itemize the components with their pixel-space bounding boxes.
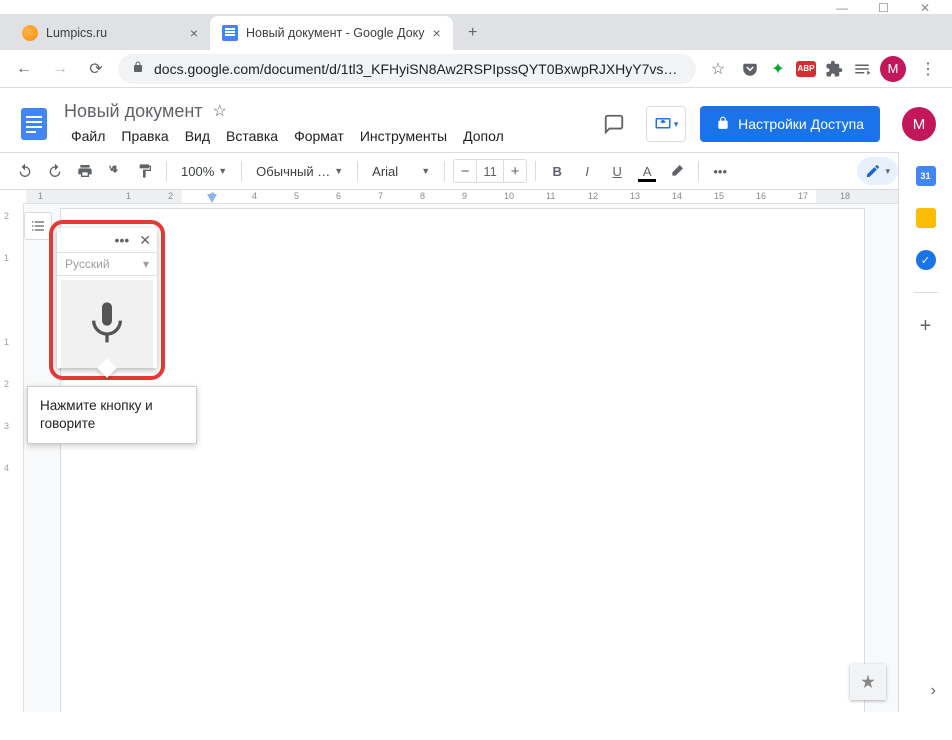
font-select[interactable]: Arial▼: [366, 164, 436, 179]
nav-forward-button[interactable]: →: [46, 55, 74, 83]
tasks-icon[interactable]: [916, 250, 936, 270]
style-select[interactable]: Обычный …▼: [250, 164, 349, 179]
profile-avatar[interactable]: M: [880, 56, 906, 82]
explore-button[interactable]: [850, 664, 886, 700]
bookmark-star-button[interactable]: ☆: [704, 55, 732, 83]
share-lock-icon: [716, 116, 730, 133]
font-size-increase[interactable]: +: [504, 163, 526, 180]
document-title[interactable]: Новый документ: [64, 101, 203, 122]
side-panel: + ›: [898, 152, 952, 712]
font-size-decrease[interactable]: −: [454, 163, 476, 180]
highlight-button[interactable]: [664, 158, 690, 184]
sidepanel-expand-button[interactable]: ›: [931, 682, 936, 700]
toolbar-more-button[interactable]: •••: [707, 158, 733, 184]
window-minimize[interactable]: —: [836, 1, 848, 13]
chevron-down-icon: ▾: [143, 257, 149, 271]
lumpics-favicon: [22, 25, 38, 41]
docs-toolbar: 100%▼ Обычный …▼ Arial▼ − 11 + B I U A •…: [0, 152, 952, 190]
menu-bar: Файл Правка Вид Вставка Формат Инструмен…: [64, 124, 586, 148]
tab-close-icon[interactable]: ×: [190, 25, 198, 41]
font-size-input[interactable]: 11: [476, 160, 504, 182]
italic-button[interactable]: I: [574, 158, 600, 184]
horizontal-ruler[interactable]: 1 1 2 3 4 5 6 7 8 9 10 11 12 13 14 15 16…: [26, 190, 898, 203]
menu-format[interactable]: Формат: [287, 124, 351, 148]
lock-icon: [132, 61, 144, 76]
share-button[interactable]: Настройки Доступа: [700, 106, 880, 142]
menu-insert[interactable]: Вставка: [219, 124, 285, 148]
menu-file[interactable]: Файл: [64, 124, 112, 148]
present-button[interactable]: ▾: [646, 106, 686, 142]
star-document-button[interactable]: ☆: [213, 101, 227, 121]
account-avatar[interactable]: M: [902, 107, 936, 141]
window-close[interactable]: ✕: [920, 1, 932, 13]
tab-strip: Lumpics.ru × Новый документ - Google Док…: [0, 14, 952, 50]
keep-icon[interactable]: [916, 208, 936, 228]
document-canvas: 1 1 2 3 4 5 6 7 8 9 10 11 12 13 14 15 16…: [0, 190, 898, 712]
docs-logo-icon[interactable]: [14, 104, 54, 144]
share-label: Настройки Доступа: [738, 116, 864, 132]
font-size-stepper: − 11 +: [453, 159, 527, 183]
voice-menu-button[interactable]: •••: [115, 232, 130, 248]
voice-language-label: Русский: [65, 257, 110, 271]
margin-marker-icon[interactable]: [207, 194, 217, 203]
abp-extension-icon[interactable]: ABP: [796, 59, 816, 79]
evernote-extension-icon[interactable]: ✦: [768, 59, 788, 79]
docs-header: Новый документ ☆ Файл Правка Вид Вставка…: [0, 88, 952, 152]
address-bar: ← → ⟳ docs.google.com/document/d/1tl3_KF…: [0, 50, 952, 88]
voice-typing-panel: ••• ✕ Русский ▾: [57, 228, 157, 368]
redo-button[interactable]: [42, 158, 68, 184]
voice-language-select[interactable]: Русский ▾: [57, 252, 157, 276]
pocket-extension-icon[interactable]: [740, 59, 760, 79]
print-button[interactable]: [72, 158, 98, 184]
menu-addons[interactable]: Допол: [456, 124, 511, 148]
outline-toggle-button[interactable]: [24, 212, 52, 240]
menu-tools[interactable]: Инструменты: [353, 124, 454, 148]
text-color-button[interactable]: A: [634, 158, 660, 184]
tab-close-icon[interactable]: ×: [433, 25, 441, 41]
reading-list-icon[interactable]: [852, 59, 872, 79]
browser-tab-lumpics[interactable]: Lumpics.ru ×: [10, 16, 210, 50]
spellcheck-button[interactable]: [102, 158, 128, 184]
undo-button[interactable]: [12, 158, 38, 184]
voice-close-button[interactable]: ✕: [139, 232, 151, 249]
nav-back-button[interactable]: ←: [10, 55, 38, 83]
highlight-frame: ••• ✕ Русский ▾: [49, 220, 165, 380]
menu-edit[interactable]: Правка: [114, 124, 175, 148]
extensions-puzzle-icon[interactable]: [824, 59, 844, 79]
nav-reload-button[interactable]: ⟳: [82, 55, 110, 83]
document-page[interactable]: [60, 208, 865, 712]
underline-button[interactable]: U: [604, 158, 630, 184]
bottom-bar: [0, 712, 952, 740]
comment-history-button[interactable]: [596, 106, 632, 142]
docs-favicon: [222, 25, 238, 41]
calendar-icon[interactable]: [916, 166, 936, 186]
voice-mic-button[interactable]: [61, 280, 153, 368]
add-addon-button[interactable]: +: [920, 315, 932, 338]
browser-tab-docs[interactable]: Новый документ - Google Доку ×: [210, 16, 453, 50]
url-input[interactable]: docs.google.com/document/d/1tl3_KFHyiSN8…: [118, 54, 696, 84]
new-tab-button[interactable]: +: [459, 19, 487, 47]
url-text: docs.google.com/document/d/1tl3_KFHyiSN8…: [154, 61, 677, 77]
bold-button[interactable]: B: [544, 158, 570, 184]
window-maximize[interactable]: ☐: [878, 1, 890, 13]
format-paint-button[interactable]: [132, 158, 158, 184]
browser-menu-button[interactable]: ⋮: [914, 55, 942, 83]
zoom-select[interactable]: 100%▼: [175, 164, 233, 179]
tab-title: Новый документ - Google Доку: [246, 26, 425, 40]
editing-mode-button[interactable]: ▾: [857, 157, 898, 185]
voice-tooltip: Нажмите кнопку и говорите: [27, 386, 197, 444]
menu-view[interactable]: Вид: [178, 124, 217, 148]
vertical-ruler[interactable]: 2 1 1 2 3 4: [0, 203, 24, 712]
tab-title: Lumpics.ru: [46, 26, 107, 40]
